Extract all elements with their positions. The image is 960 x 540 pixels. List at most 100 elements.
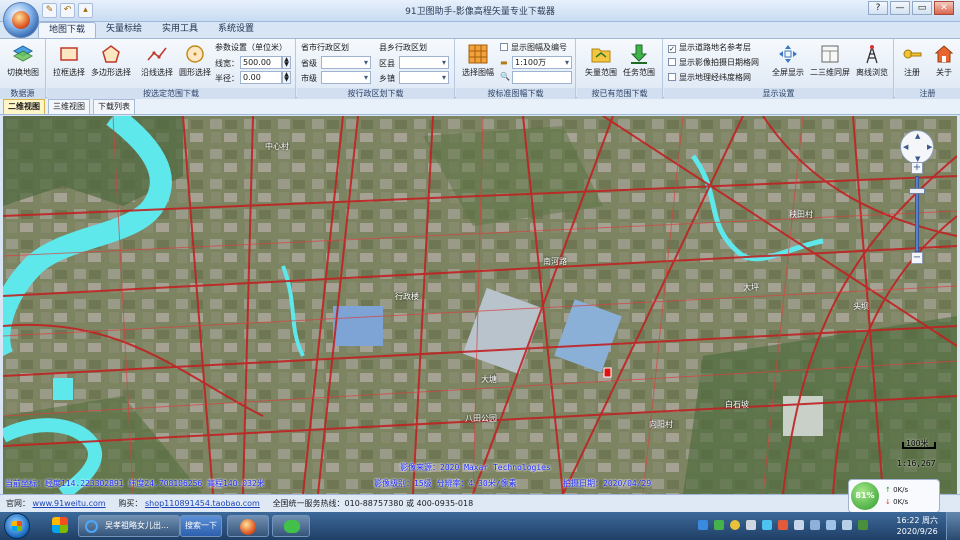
tray-app-icon[interactable] xyxy=(778,520,788,530)
map-view[interactable]: 中心村 行政楼 大塘 秧田村 大坪 头坝 白石坡 向阳村 八田公园 南河路 ▲ … xyxy=(3,116,957,494)
about-button[interactable]: 关于 xyxy=(927,42,960,84)
help-button[interactable]: ? xyxy=(868,1,888,15)
province-label: 省级 xyxy=(301,59,317,68)
checkbox-box xyxy=(500,43,508,51)
zoom-in-button[interactable]: + xyxy=(911,162,923,174)
poi-marker[interactable] xyxy=(603,367,612,378)
tray-network2-icon[interactable] xyxy=(826,520,836,530)
upload-arrow-icon: ↑ xyxy=(885,486,891,494)
start-button[interactable] xyxy=(4,513,30,539)
tab-2d-view[interactable]: 二维视图 xyxy=(3,99,45,114)
app-menu-button[interactable] xyxy=(3,2,39,38)
clock[interactable]: 16:22 周六 2020/9/26 xyxy=(896,515,938,537)
tray-cloud-icon[interactable] xyxy=(762,520,772,530)
polygon-select-label: 多边形选择 xyxy=(91,68,131,77)
show-sheet-checkbox[interactable]: 显示图幅及编号 xyxy=(500,42,567,53)
tab-tools[interactable]: 实用工具 xyxy=(152,22,208,38)
pan-up-icon[interactable]: ▲ xyxy=(915,132,920,140)
map-label: 大坪 xyxy=(743,283,759,292)
polygon-select-button[interactable]: 多边形选择 xyxy=(87,42,135,84)
show-road-names-label: 显示道路地名参考层 xyxy=(679,43,751,52)
task-range-button[interactable]: 任务范围 xyxy=(617,42,661,84)
download-speed: ↓ 0K/s xyxy=(885,498,908,506)
map-label: 八田公园 xyxy=(465,414,497,423)
group-label-existing: 按已有范围下载 xyxy=(577,88,662,99)
wechat-icon xyxy=(284,520,300,533)
windows-icon[interactable] xyxy=(52,517,68,533)
tray-input-icon[interactable] xyxy=(858,520,868,530)
polyline-icon xyxy=(147,47,167,61)
pan-left-icon[interactable]: ◀ xyxy=(903,143,908,151)
tab-map-download[interactable]: 地图下载 xyxy=(38,22,97,38)
sheet-search-input[interactable] xyxy=(512,71,572,84)
taskbar-browser[interactable]: 吴孝祖略女儿出... xyxy=(78,515,180,537)
website-link[interactable]: www.91weitu.com xyxy=(33,499,106,508)
tab-download-list[interactable]: 下载列表 xyxy=(93,99,135,114)
tab-vector-plot[interactable]: 矢量标绘 xyxy=(96,22,152,38)
select-sheet-button[interactable]: 选择图幅 xyxy=(456,42,500,84)
line-width-input[interactable]: 500.00 xyxy=(240,56,282,69)
ie-icon xyxy=(85,520,98,533)
clock-time: 16:22 周六 xyxy=(896,516,938,525)
fullscreen-button[interactable]: 全屏显示 xyxy=(766,42,810,84)
scale-ratio: 1:16,267 xyxy=(897,459,936,468)
speed-widget[interactable]: 81% ↑ 0K/s ↓ 0K/s xyxy=(848,479,940,513)
pan-control[interactable]: ▲ ▼ ◀ ▶ xyxy=(900,130,934,164)
folder-icon xyxy=(591,48,611,63)
window-title: 91卫图助手-影像高程矢量专业下载器 xyxy=(405,7,555,17)
taskbar-app-wechat[interactable] xyxy=(272,515,310,537)
tab-settings[interactable]: 系统设置 xyxy=(208,22,264,38)
taskbar-app-91weitu[interactable] xyxy=(227,515,269,537)
show-road-names-checkbox[interactable]: ✓ 显示道路地名参考层 xyxy=(668,42,751,53)
group-range-select: 拉框选择 多边形选择 沿线选择 圆形选择 参数设置（单位米） 线宽： 500.0… xyxy=(47,39,296,99)
show-capture-date-checkbox[interactable]: 显示影像拍摄日期格网 xyxy=(668,57,759,68)
circle-select-button[interactable]: 圆形选择 xyxy=(173,42,217,84)
tab-3d-view[interactable]: 三维视图 xyxy=(48,99,90,114)
radius-stepper[interactable]: ▲ ▼ xyxy=(282,71,291,84)
coordinate-readout: 当前坐标：经度114.223302891 纬度24.708106256 高程14… xyxy=(5,479,265,488)
zoom-out-button[interactable]: − xyxy=(911,252,923,264)
tray-network-icon[interactable] xyxy=(698,520,708,530)
polygon-icon xyxy=(102,45,120,63)
tray-bell-icon[interactable] xyxy=(746,520,756,530)
offline-browse-button[interactable]: 离线浏览 xyxy=(850,42,894,84)
about-label: 关于 xyxy=(936,68,952,77)
status-bar: 官网： www.91weitu.com 购买： shop110891454.ta… xyxy=(0,494,960,512)
scale-icon: ▬ xyxy=(500,58,508,67)
zoom-slider-thumb[interactable] xyxy=(909,188,925,194)
scale-select[interactable]: 1:100万 xyxy=(512,56,572,69)
vector-range-label: 矢量范围 xyxy=(585,68,617,77)
show-graticule-checkbox[interactable]: 显示地理经纬度格网 xyxy=(668,72,751,83)
shop-link[interactable]: shop110891454.taobao.com xyxy=(145,499,260,508)
rect-select-button[interactable]: 拉框选择 xyxy=(47,42,91,84)
tray-star-icon[interactable] xyxy=(730,520,740,530)
city-select[interactable] xyxy=(321,71,371,84)
grid-icon xyxy=(468,44,488,64)
show-desktop-button[interactable] xyxy=(946,512,960,540)
tray-wechat-icon[interactable] xyxy=(714,520,724,530)
dual-screen-button[interactable]: 二三维同屏 xyxy=(806,42,854,84)
sheet-search-icon[interactable]: 🔍 xyxy=(500,72,510,81)
maximize-button[interactable]: ▭ xyxy=(912,1,932,15)
tray-volume-icon[interactable] xyxy=(842,520,852,530)
county-label: 区县 xyxy=(379,59,395,68)
line-width-stepper[interactable]: ▲ ▼ xyxy=(282,56,291,69)
county-select[interactable] xyxy=(399,56,449,69)
system-tray: 16:22 周六 2020/9/26 xyxy=(690,512,960,540)
close-button[interactable]: ✕ xyxy=(934,1,954,15)
tray-flag-icon[interactable] xyxy=(794,520,804,530)
circle-select-label: 圆形选择 xyxy=(179,68,211,77)
pan-right-icon[interactable]: ▶ xyxy=(927,143,932,151)
province-select[interactable] xyxy=(321,56,371,69)
map-label: 南河路 xyxy=(543,257,567,266)
register-button[interactable]: 注册 xyxy=(895,42,929,84)
minimize-button[interactable]: — xyxy=(890,1,910,15)
fullscreen-label: 全屏显示 xyxy=(772,68,804,77)
taskbar-search-button[interactable]: 搜索一下 xyxy=(180,515,222,537)
radius-label: 半径： xyxy=(215,74,239,83)
tower-icon xyxy=(866,45,878,64)
radius-input[interactable]: 0.00 xyxy=(240,71,282,84)
switch-map-button[interactable]: 切换地图 xyxy=(1,42,45,84)
town-select[interactable] xyxy=(399,71,449,84)
tray-display-icon[interactable] xyxy=(810,520,820,530)
